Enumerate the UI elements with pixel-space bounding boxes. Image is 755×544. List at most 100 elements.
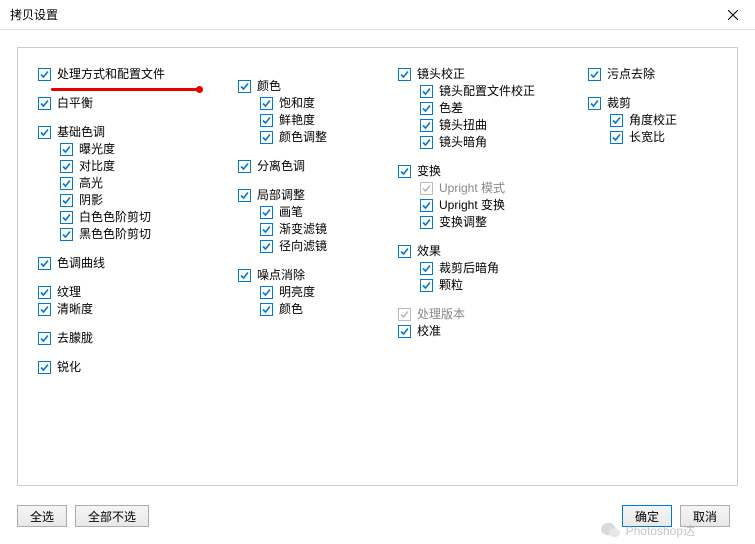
checkbox-label: 曝光度 <box>79 141 115 158</box>
checkbox-aspect-ratio[interactable]: 长宽比 <box>588 129 718 146</box>
checkbox-lens-vignette[interactable]: 镜头暗角 <box>398 134 578 151</box>
checkbox-box <box>38 303 51 316</box>
checkbox-label: 基础色调 <box>57 124 105 141</box>
checkbox-box <box>398 165 411 178</box>
checkbox-label: 镜头配置文件校正 <box>439 83 535 100</box>
checkbox-highlights[interactable]: 高光 <box>38 175 228 192</box>
checkbox-calibration[interactable]: 校准 <box>398 323 578 340</box>
checkbox-label: 明亮度 <box>279 284 315 301</box>
checkbox-label: 高光 <box>79 175 103 192</box>
checkbox-label: 饱和度 <box>279 95 315 112</box>
checkbox-box <box>260 286 273 299</box>
checkbox-box <box>60 143 73 156</box>
checkbox-upright-transform[interactable]: Upright 变换 <box>398 197 578 214</box>
checkbox-upright-mode: Upright 模式 <box>398 180 578 197</box>
checkbox-dehaze[interactable]: 去朦胧 <box>38 330 228 347</box>
checkbox-saturation[interactable]: 饱和度 <box>238 95 388 112</box>
checkbox-black-clip[interactable]: 黑色色阶剪切 <box>38 226 228 243</box>
checkbox-chromatic[interactable]: 色差 <box>398 100 578 117</box>
checkbox-box <box>398 245 411 258</box>
footer: 全选 全部不选 确定 取消 <box>17 502 738 530</box>
checkbox-box <box>60 228 73 241</box>
checkbox-local-adjust[interactable]: 局部调整 <box>238 187 388 204</box>
checkbox-label: 颗粒 <box>439 277 463 294</box>
cancel-button[interactable]: 取消 <box>680 505 730 527</box>
checkbox-noise-reduction[interactable]: 噪点消除 <box>238 267 388 284</box>
checkbox-box <box>420 262 433 275</box>
checkbox-label: 处理版本 <box>417 306 465 323</box>
checkbox-box <box>398 308 411 321</box>
checkbox-box <box>398 68 411 81</box>
checkbox-gradient-filter[interactable]: 渐变滤镜 <box>238 221 388 238</box>
checkbox-sharpen[interactable]: 锐化 <box>38 359 228 376</box>
checkbox-tone-curve[interactable]: 色调曲线 <box>38 255 228 272</box>
checkbox-process-version: 处理版本 <box>398 306 578 323</box>
checkbox-label: 镜头暗角 <box>439 134 487 151</box>
spacer <box>238 146 388 158</box>
spacer <box>588 83 718 95</box>
checkbox-exposure[interactable]: 曝光度 <box>38 141 228 158</box>
checkbox-box <box>38 126 51 139</box>
checkbox-label: 镜头扭曲 <box>439 117 487 134</box>
checkbox-label: 处理方式和配置文件 <box>57 66 165 83</box>
checkbox-color-adjust[interactable]: 颜色调整 <box>238 129 388 146</box>
settings-panel: 处理方式和配置文件白平衡基础色调曝光度对比度高光阴影白色色阶剪切黑色色阶剪切色调… <box>17 47 738 486</box>
checkbox-texture[interactable]: 纹理 <box>38 284 228 301</box>
window-title: 拷贝设置 <box>10 6 58 23</box>
checkbox-lens-profile[interactable]: 镜头配置文件校正 <box>398 83 578 100</box>
checkbox-post-crop-vignette[interactable]: 裁剪后暗角 <box>398 260 578 277</box>
close-button[interactable] <box>711 0 755 29</box>
checkbox-clarity[interactable]: 清晰度 <box>38 301 228 318</box>
checkbox-box <box>588 68 601 81</box>
checkbox-box <box>420 102 433 115</box>
checkbox-transform[interactable]: 变换 <box>398 163 578 180</box>
checkbox-box <box>420 279 433 292</box>
checkbox-process-mode-profile[interactable]: 处理方式和配置文件 <box>38 66 228 83</box>
checkbox-luminance[interactable]: 明亮度 <box>238 284 388 301</box>
select-none-button[interactable]: 全部不选 <box>75 505 149 527</box>
column-3: 镜头校正镜头配置文件校正色差镜头扭曲镜头暗角变换Upright 模式Uprigh… <box>388 66 578 475</box>
checkbox-nr-color[interactable]: 颜色 <box>238 301 388 318</box>
checkbox-lens-distortion[interactable]: 镜头扭曲 <box>398 117 578 134</box>
checkbox-grain[interactable]: 颗粒 <box>398 277 578 294</box>
checkbox-box <box>260 206 273 219</box>
checkbox-color[interactable]: 颜色 <box>238 78 388 95</box>
checkbox-spot-removal[interactable]: 污点去除 <box>588 66 718 83</box>
checkbox-box <box>38 97 51 110</box>
checkbox-basic-tone[interactable]: 基础色调 <box>38 124 228 141</box>
column-1: 处理方式和配置文件白平衡基础色调曝光度对比度高光阴影白色色阶剪切黑色色阶剪切色调… <box>28 66 228 475</box>
columns: 处理方式和配置文件白平衡基础色调曝光度对比度高光阴影白色色阶剪切黑色色阶剪切色调… <box>28 66 727 475</box>
checkbox-shadows[interactable]: 阴影 <box>38 192 228 209</box>
checkbox-contrast[interactable]: 对比度 <box>38 158 228 175</box>
checkbox-box <box>60 194 73 207</box>
checkbox-box <box>60 211 73 224</box>
checkbox-radial-filter[interactable]: 径向滤镜 <box>238 238 388 255</box>
checkbox-effects[interactable]: 效果 <box>398 243 578 260</box>
select-all-button[interactable]: 全选 <box>17 505 67 527</box>
spacer <box>398 294 578 306</box>
checkbox-box <box>420 199 433 212</box>
checkbox-split-tone[interactable]: 分离色调 <box>238 158 388 175</box>
checkbox-lens-correction[interactable]: 镜头校正 <box>398 66 578 83</box>
spacer <box>38 347 228 359</box>
checkbox-brush[interactable]: 画笔 <box>238 204 388 221</box>
ok-button[interactable]: 确定 <box>622 505 672 527</box>
column-4: 污点去除裁剪角度校正长宽比 <box>578 66 718 475</box>
checkbox-crop[interactable]: 裁剪 <box>588 95 718 112</box>
checkbox-box <box>38 257 51 270</box>
checkbox-white-clip[interactable]: 白色色阶剪切 <box>38 209 228 226</box>
checkbox-transform-adjust[interactable]: 变换调整 <box>398 214 578 231</box>
checkbox-label: 黑色色阶剪切 <box>79 226 151 243</box>
checkbox-label: 颜色 <box>279 301 303 318</box>
checkbox-label: 径向滤镜 <box>279 238 327 255</box>
checkbox-box <box>420 136 433 149</box>
checkbox-box <box>260 303 273 316</box>
checkbox-vibrance[interactable]: 鲜艳度 <box>238 112 388 129</box>
checkbox-label: 对比度 <box>79 158 115 175</box>
checkbox-box <box>420 216 433 229</box>
checkbox-white-balance[interactable]: 白平衡 <box>38 95 228 112</box>
column-2: 颜色饱和度鲜艳度颜色调整分离色调局部调整画笔渐变滤镜径向滤镜噪点消除明亮度颜色 <box>228 66 388 475</box>
checkbox-box <box>260 131 273 144</box>
checkbox-angle[interactable]: 角度校正 <box>588 112 718 129</box>
checkbox-label: 污点去除 <box>607 66 655 83</box>
